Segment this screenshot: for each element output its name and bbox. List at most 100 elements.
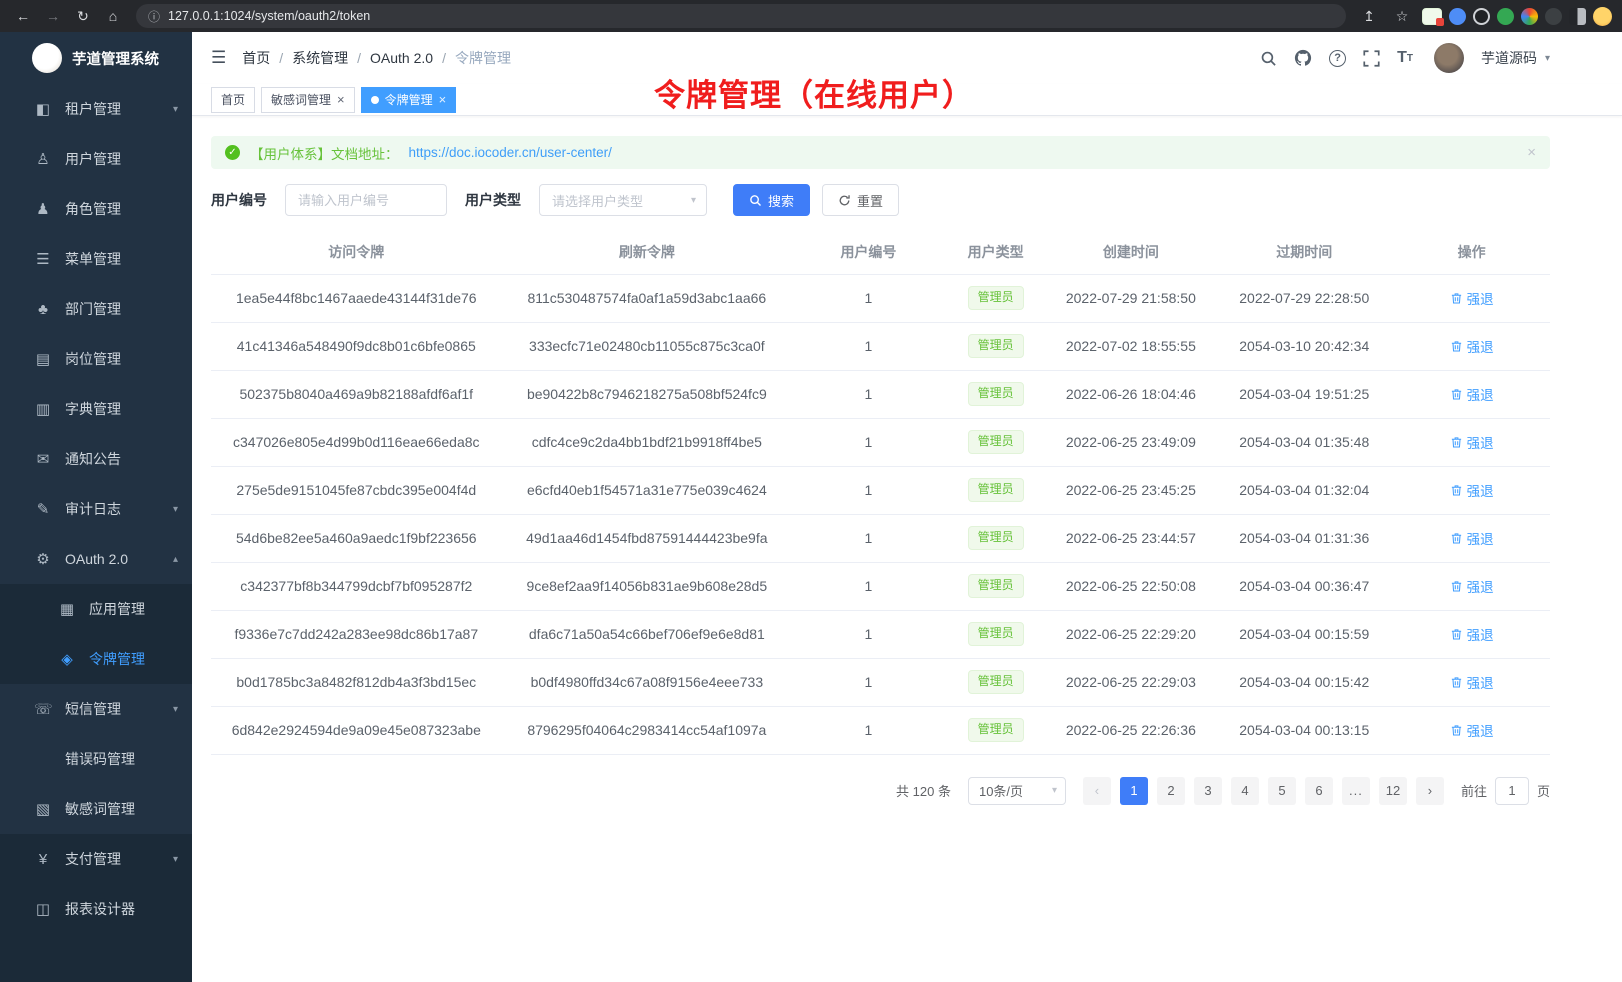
github-icon[interactable] (1294, 49, 1312, 67)
success-check-icon: ✓ (225, 145, 240, 160)
page-ellipsis[interactable]: ... (1342, 777, 1370, 805)
font-size-icon[interactable]: TT (1397, 49, 1413, 67)
force-logout-button[interactable]: 强退 (1450, 432, 1494, 452)
sidebar-item-notice[interactable]: ✉通知公告 (0, 434, 192, 484)
force-logout-button[interactable]: 强退 (1450, 288, 1494, 308)
caret-down-icon[interactable]: ▾ (1545, 53, 1550, 64)
tab-close-icon[interactable]: × (337, 93, 345, 106)
help-icon[interactable]: ? (1329, 50, 1346, 67)
cell-user-id: 1 (792, 514, 945, 562)
sidebar-item-sms[interactable]: ☏短信管理▾ (0, 684, 192, 734)
user-type-select[interactable]: 请选择用户类型 ▾ (539, 184, 707, 216)
share-icon[interactable]: ↥ (1356, 4, 1382, 28)
back-icon[interactable]: ← (10, 4, 36, 28)
cell-refresh-token: 49d1aa46d1454fbd87591444423be9fa (502, 514, 793, 562)
extension-icon[interactable] (1473, 8, 1490, 25)
tab-close-icon[interactable]: × (439, 93, 447, 106)
user-id-input[interactable] (285, 184, 447, 216)
collapse-menu-icon[interactable]: ☰ (211, 48, 226, 68)
tab-home[interactable]: 首页 (211, 87, 255, 113)
tab-label: 敏感词管理 (271, 91, 331, 108)
page-button-2[interactable]: 2 (1157, 777, 1185, 805)
sidebar-item-post[interactable]: ▤岗位管理 (0, 334, 192, 384)
cell-expire-time: 2054-03-04 01:31:36 (1215, 514, 1393, 562)
user-type-badge: 管理员 (968, 670, 1024, 694)
sidebar-item-error-code[interactable]: 错误码管理 (0, 734, 192, 784)
address-bar[interactable]: ⓘ 127.0.0.1:1024/system/oauth2/token (136, 4, 1346, 28)
force-logout-button[interactable]: 强退 (1450, 720, 1494, 740)
sidebar-item-tenant[interactable]: ◧租户管理▾ (0, 84, 192, 134)
force-logout-button[interactable]: 强退 (1450, 480, 1494, 500)
force-logout-label: 强退 (1467, 720, 1494, 740)
reload-icon[interactable]: ↻ (70, 4, 96, 28)
cell-access-token: c342377bf8b344799dcbf7bf095287f2 (211, 562, 502, 610)
goto-page-input[interactable] (1495, 777, 1529, 805)
app-logo[interactable]: 芋道管理系统 (0, 32, 192, 84)
search-icon[interactable] (1260, 50, 1277, 67)
page-button-3[interactable]: 3 (1194, 777, 1222, 805)
browser-profile-avatar[interactable] (1593, 7, 1612, 26)
page-button-5[interactable]: 5 (1268, 777, 1296, 805)
breadcrumb-item[interactable]: 系统管理 (292, 48, 348, 68)
force-logout-button[interactable]: 强退 (1450, 624, 1494, 644)
sidebar-item-sensitive-word[interactable]: ▧敏感词管理 (0, 784, 192, 834)
home-icon[interactable]: ⌂ (100, 4, 126, 28)
extension-icon[interactable] (1497, 8, 1514, 25)
user-avatar[interactable] (1434, 43, 1464, 73)
extension-icon[interactable] (1521, 8, 1538, 25)
force-logout-button[interactable]: 强退 (1450, 336, 1494, 356)
cell-actions: 强退 (1393, 418, 1550, 466)
cell-access-token: 1ea5e44f8bc1467aaede43144f31de76 (211, 274, 502, 322)
extension-icon[interactable] (1422, 8, 1442, 25)
extension-icon[interactable] (1569, 8, 1586, 25)
sidebar-item-pay[interactable]: ¥支付管理▾ (0, 834, 192, 884)
tab-label: 首页 (221, 91, 245, 108)
page-size-select[interactable]: 10条/页 ▾ (968, 777, 1066, 805)
bookmark-star-icon[interactable]: ☆ (1389, 4, 1415, 28)
prev-page-button[interactable]: ‹ (1083, 777, 1111, 805)
site-info-icon[interactable]: ⓘ (148, 8, 160, 25)
doc-link[interactable]: https://doc.iocoder.cn/user-center/ (409, 145, 612, 160)
sidebar-item-role[interactable]: ♟角色管理 (0, 184, 192, 234)
sidebar-item-dict[interactable]: ▥字典管理 (0, 384, 192, 434)
cell-actions: 强退 (1393, 706, 1550, 754)
cell-created-time: 2022-06-25 22:29:20 (1047, 610, 1216, 658)
force-logout-button[interactable]: 强退 (1450, 384, 1494, 404)
force-logout-button[interactable]: 强退 (1450, 576, 1494, 596)
search-button[interactable]: 搜索 (733, 184, 810, 216)
page-button-1[interactable]: 1 (1120, 777, 1148, 805)
force-logout-button[interactable]: 强退 (1450, 528, 1494, 548)
reset-button[interactable]: 重置 (822, 184, 899, 216)
breadcrumb-item: 令牌管理 (455, 48, 511, 68)
sidebar-item-dept[interactable]: ♣部门管理 (0, 284, 192, 334)
sidebar-item-oauth2-app[interactable]: ▦应用管理 (0, 584, 192, 634)
sidebar-item-menu[interactable]: ☰菜单管理 (0, 234, 192, 284)
cell-user-type: 管理员 (945, 466, 1047, 514)
tab-token[interactable]: 令牌管理× (361, 87, 457, 113)
page-button-4[interactable]: 4 (1231, 777, 1259, 805)
tab-sensitive-word[interactable]: 敏感词管理 × (261, 87, 355, 113)
breadcrumb-item[interactable]: OAuth 2.0 (370, 50, 433, 66)
sidebar-item-oauth2[interactable]: ⚙OAuth 2.0▴ (0, 534, 192, 584)
username[interactable]: 芋道源码 (1481, 48, 1537, 68)
cell-access-token: b0d1785bc3a8482f812db4a3f3bd15ec (211, 658, 502, 706)
sidebar-item-label: 错误码管理 (65, 749, 135, 769)
sidebar-item-user[interactable]: ♙用户管理 (0, 134, 192, 184)
cell-refresh-token: e6cfd40eb1f54571a31e775e039c4624 (502, 466, 793, 514)
alert-close-icon[interactable]: × (1527, 144, 1536, 161)
extension-icon[interactable] (1449, 8, 1466, 25)
sidebar-item-oauth2-token[interactable]: ◈令牌管理 (0, 634, 192, 684)
next-page-button[interactable]: › (1416, 777, 1444, 805)
force-logout-button[interactable]: 强退 (1450, 672, 1494, 692)
forward-icon[interactable]: → (40, 4, 66, 28)
fullscreen-icon[interactable] (1363, 50, 1380, 67)
extension-icon[interactable] (1545, 8, 1562, 25)
pagination: 共 120 条 10条/页 ▾ ‹ 123456...12 › 前往 页 (211, 777, 1550, 805)
breadcrumb-item[interactable]: 首页 (242, 48, 270, 68)
page-button-6[interactable]: 6 (1305, 777, 1333, 805)
sidebar-item-audit-log[interactable]: ✎审计日志▾ (0, 484, 192, 534)
sidebar-item-report-designer[interactable]: ◫报表设计器 (0, 884, 192, 934)
page-button-12[interactable]: 12 (1379, 777, 1407, 805)
user-type-badge: 管理员 (968, 718, 1024, 742)
cell-user-id: 1 (792, 706, 945, 754)
